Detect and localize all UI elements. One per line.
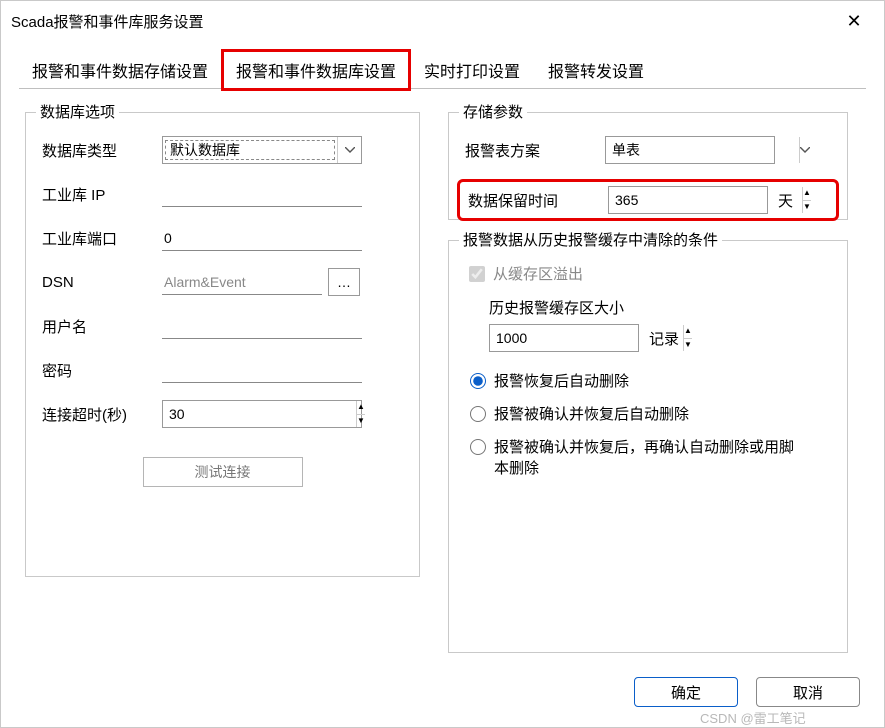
tab-realtime-print[interactable]: 实时打印设置 (411, 51, 533, 89)
retention-value[interactable] (609, 187, 802, 213)
db-type-label: 数据库类型 (42, 140, 162, 161)
retention-spinner[interactable]: ▲ ▼ (608, 186, 768, 214)
spin-up-icon[interactable]: ▲ (357, 401, 365, 415)
titlebar: Scada报警和事件库服务设置 ✕ (1, 1, 884, 41)
purge-radio-confirm-restore[interactable] (470, 406, 486, 422)
storage-params-group: 存储参数 报警表方案 数据保留时间 ▲ (448, 112, 848, 220)
tab-forward-settings[interactable]: 报警转发设置 (535, 51, 657, 89)
cache-size-label: 历史报警缓存区大小 (489, 297, 831, 318)
cache-size-suffix: 记录 (649, 328, 679, 349)
spin-down-icon[interactable]: ▼ (357, 415, 365, 428)
chevron-down-icon[interactable] (337, 137, 361, 163)
test-connection-button[interactable]: 测试连接 (143, 457, 303, 487)
ip-input[interactable] (162, 182, 362, 207)
chevron-down-icon[interactable] (799, 137, 810, 163)
close-button[interactable]: ✕ (834, 7, 874, 35)
purge-radio-script[interactable] (470, 439, 486, 455)
tab-database-settings[interactable]: 报警和事件数据库设置 (223, 51, 409, 89)
tab-storage-settings[interactable]: 报警和事件数据存储设置 (19, 51, 221, 89)
purge-legend: 报警数据从历史报警缓存中清除的条件 (459, 229, 722, 250)
dsn-browse-button[interactable]: … (328, 268, 360, 296)
scheme-value[interactable] (606, 137, 799, 163)
spin-up-icon[interactable]: ▲ (684, 325, 692, 339)
dsn-input[interactable] (162, 270, 322, 295)
scheme-label: 报警表方案 (465, 140, 605, 161)
purge-radio-restore[interactable] (470, 373, 486, 389)
storage-legend: 存储参数 (459, 101, 527, 122)
ok-button[interactable]: 确定 (634, 677, 738, 707)
overflow-checkbox (469, 266, 485, 282)
cancel-button[interactable]: 取消 (756, 677, 860, 707)
cache-size-spinner[interactable]: ▲ ▼ (489, 324, 639, 352)
spin-down-icon[interactable]: ▼ (684, 339, 692, 352)
purge-radio-script-label: 报警被确认并恢复后，再确认自动删除或用脚本删除 (494, 436, 804, 478)
db-type-combo[interactable]: 默认数据库 (162, 136, 362, 164)
db-options-group: 数据库选项 数据库类型 默认数据库 工业库 IP 工业库端口 DSN (25, 112, 420, 577)
ip-label: 工业库 IP (42, 184, 162, 205)
scheme-combo[interactable] (605, 136, 775, 164)
retention-suffix: 天 (778, 190, 793, 211)
window-title: Scada报警和事件库服务设置 (11, 11, 204, 32)
user-input[interactable] (162, 314, 362, 339)
spin-up-icon[interactable]: ▲ (803, 187, 811, 201)
close-icon: ✕ (846, 11, 861, 32)
dsn-label: DSN (42, 274, 162, 291)
timeout-spinner[interactable]: ▲ ▼ (162, 400, 362, 428)
overflow-label: 从缓存区溢出 (493, 263, 583, 284)
tabs: 报警和事件数据存储设置 报警和事件数据库设置 实时打印设置 报警转发设置 (1, 41, 884, 89)
db-options-legend: 数据库选项 (36, 101, 119, 122)
pwd-label: 密码 (42, 360, 162, 381)
user-label: 用户名 (42, 316, 162, 337)
port-input[interactable] (162, 226, 362, 251)
retention-label: 数据保留时间 (468, 190, 608, 211)
timeout-label: 连接超时(秒) (42, 404, 162, 425)
watermark: CSDN @雷工笔记 (700, 708, 806, 727)
purge-group: 报警数据从历史报警缓存中清除的条件 从缓存区溢出 历史报警缓存区大小 ▲ ▼ (448, 240, 848, 653)
ellipsis-icon: … (337, 274, 351, 290)
purge-radio-restore-label: 报警恢复后自动删除 (494, 370, 629, 391)
timeout-value[interactable] (163, 401, 356, 427)
pwd-input[interactable] (162, 358, 362, 383)
purge-radio-confirm-restore-label: 报警被确认并恢复后自动删除 (494, 403, 689, 424)
spin-down-icon[interactable]: ▼ (803, 201, 811, 214)
db-type-value: 默认数据库 (165, 140, 335, 160)
port-label: 工业库端口 (42, 228, 162, 249)
